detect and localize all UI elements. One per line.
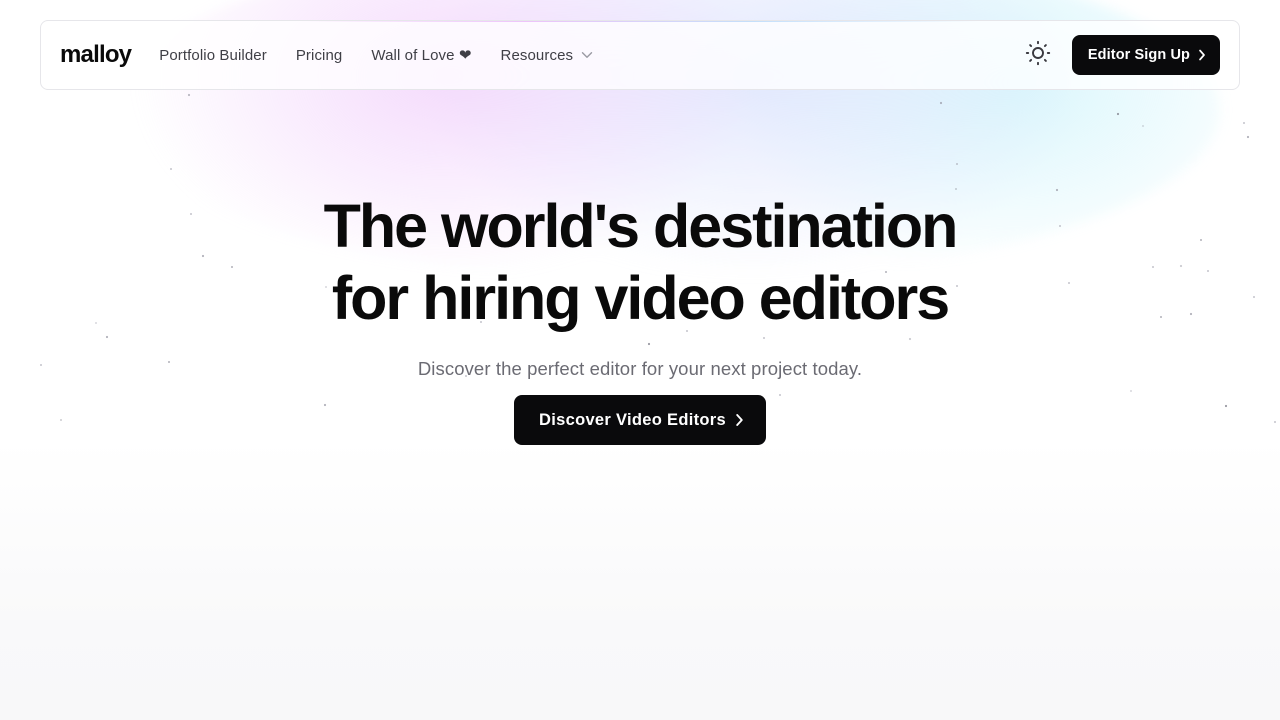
background-particle bbox=[170, 168, 172, 170]
background-particle bbox=[1142, 125, 1144, 127]
discover-editors-button[interactable]: Discover Video Editors bbox=[514, 395, 766, 445]
chevron-down-icon bbox=[581, 51, 593, 59]
nav-link-label: Portfolio Builder bbox=[159, 46, 267, 64]
hero-title-line-2: for hiring video editors bbox=[331, 264, 950, 332]
chevron-right-icon bbox=[735, 413, 744, 427]
nav-links: Portfolio Builder Pricing Wall of Love ❤… bbox=[159, 46, 622, 64]
nav-link-resources[interactable]: Resources bbox=[501, 47, 594, 64]
page: malloy Portfolio Builder Pricing Wall of… bbox=[0, 0, 1280, 720]
editor-signup-label: Editor Sign Up bbox=[1087, 47, 1190, 63]
nav-link-label: Wall of Love ❤ bbox=[371, 47, 472, 64]
theme-toggle-button[interactable] bbox=[1021, 38, 1055, 72]
discover-editors-label: Discover Video Editors bbox=[539, 410, 726, 429]
sun-icon bbox=[1025, 40, 1051, 71]
chevron-right-icon bbox=[1198, 49, 1206, 61]
editor-signup-button[interactable]: Editor Sign Up bbox=[1071, 35, 1220, 75]
hero-section: The world's destination for hiring video… bbox=[0, 190, 1280, 445]
background-particle bbox=[1246, 135, 1250, 139]
background-particle bbox=[1116, 112, 1120, 116]
hero-title: The world's destination for hiring video… bbox=[0, 190, 1280, 334]
background-particle bbox=[939, 101, 943, 105]
navbar: malloy Portfolio Builder Pricing Wall of… bbox=[40, 20, 1240, 90]
nav-link-portfolio-builder[interactable]: Portfolio Builder bbox=[159, 47, 267, 64]
nav-link-pricing[interactable]: Pricing bbox=[296, 47, 343, 64]
logo[interactable]: malloy bbox=[60, 41, 132, 69]
nav-link-label: Resources bbox=[500, 46, 574, 64]
background-particle bbox=[187, 93, 191, 97]
hero-subtitle: Discover the perfect editor for your nex… bbox=[417, 358, 863, 379]
nav-link-wall-of-love[interactable]: Wall of Love ❤ bbox=[371, 46, 471, 64]
background-particle bbox=[956, 163, 958, 165]
nav-link-label: Pricing bbox=[295, 46, 343, 64]
hero-title-line-1: The world's destination bbox=[323, 192, 959, 260]
background-particle bbox=[1243, 122, 1245, 124]
